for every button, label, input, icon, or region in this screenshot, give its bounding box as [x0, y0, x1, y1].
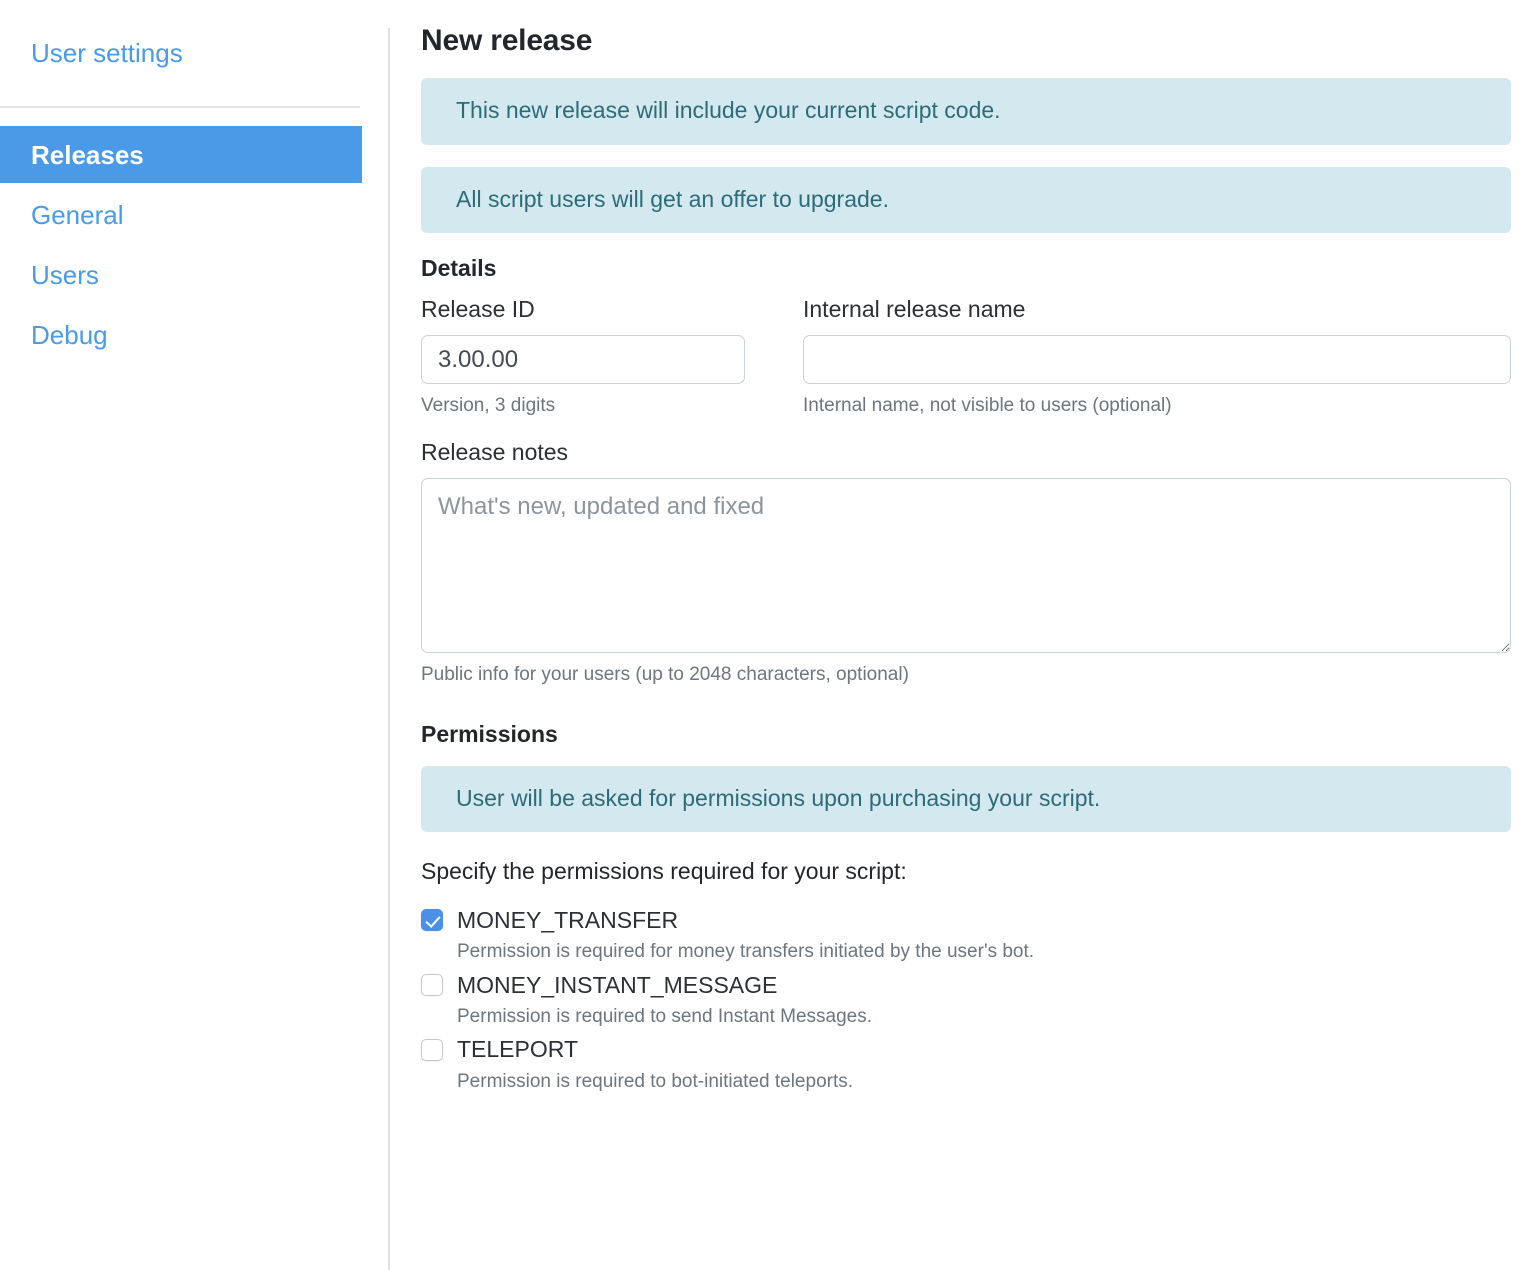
release-id-input[interactable]	[421, 335, 745, 385]
checkbox-teleport[interactable]	[421, 1038, 443, 1061]
sidebar: User settings Releases General Users Deb…	[0, 0, 390, 1270]
list-item: MONEY_TRANSFER Permission is required fo…	[421, 905, 1511, 964]
main-content: New release This new release will includ…	[389, 0, 1524, 1270]
release-id-help: Version, 3 digits	[421, 395, 556, 417]
list-item: MONEY_INSTANT_MESSAGE Permission is requ…	[421, 970, 1511, 1029]
sidebar-item-general[interactable]: General	[0, 186, 362, 243]
permission-description: Permission is required for money transfe…	[457, 941, 1035, 963]
details-heading: Details	[421, 255, 497, 282]
sidebar-divider	[0, 106, 360, 108]
permission-description: Permission is required to send Instant M…	[457, 1006, 873, 1028]
permission-name: TELEPORT	[457, 1036, 578, 1063]
settings-page: User settings Releases General Users Deb…	[0, 0, 1524, 1270]
sidebar-title[interactable]: User settings	[0, 0, 389, 70]
permissions-heading: Permissions	[421, 720, 558, 747]
permission-name: MONEY_TRANSFER	[457, 906, 679, 933]
release-notes-field-group: Release notes Public info for your users…	[421, 439, 1511, 687]
permission-row-teleport[interactable]: TELEPORT	[421, 1035, 1511, 1065]
permission-description: Permission is required to bot-initiated …	[457, 1070, 854, 1092]
internal-name-label: Internal release name	[803, 296, 1026, 323]
permission-name: MONEY_INSTANT_MESSAGE	[457, 971, 778, 998]
permission-row-money-instant-message[interactable]: MONEY_INSTANT_MESSAGE	[421, 970, 1511, 1000]
internal-name-help: Internal name, not visible to users (opt…	[803, 395, 1172, 417]
alert-script-code: This new release will include your curre…	[421, 78, 1511, 145]
internal-name-input[interactable]	[803, 335, 1511, 385]
release-id-field-group: Release ID Version, 3 digits	[421, 296, 745, 418]
sidebar-item-users[interactable]: Users	[0, 246, 362, 303]
permissions-list: MONEY_TRANSFER Permission is required fo…	[421, 905, 1511, 1093]
details-field-row: Release ID Version, 3 digits Internal re…	[421, 296, 1511, 418]
release-id-label: Release ID	[421, 296, 535, 323]
checkbox-money-instant-message[interactable]	[421, 974, 443, 997]
sidebar-item-debug[interactable]: Debug	[0, 306, 362, 363]
checkbox-money-transfer[interactable]	[421, 909, 443, 932]
permission-row-money-transfer[interactable]: MONEY_TRANSFER	[421, 905, 1511, 935]
alert-permissions-notice: User will be asked for permissions upon …	[421, 765, 1511, 833]
list-item: TELEPORT Permission is required to bot-i…	[421, 1035, 1511, 1094]
sidebar-item-releases[interactable]: Releases	[0, 126, 362, 183]
alert-upgrade-offer: All script users will get an offer to up…	[421, 166, 1511, 234]
internal-name-field-group: Internal release name Internal name, not…	[803, 296, 1511, 418]
release-notes-label: Release notes	[421, 438, 569, 465]
release-notes-textarea[interactable]	[421, 477, 1511, 653]
permissions-instruction: Specify the permissions required for you…	[421, 858, 907, 885]
sidebar-nav: Releases General Users Debug	[0, 126, 389, 363]
release-notes-help: Public info for your users (up to 2048 c…	[421, 663, 909, 685]
page-title: New release	[421, 24, 593, 57]
